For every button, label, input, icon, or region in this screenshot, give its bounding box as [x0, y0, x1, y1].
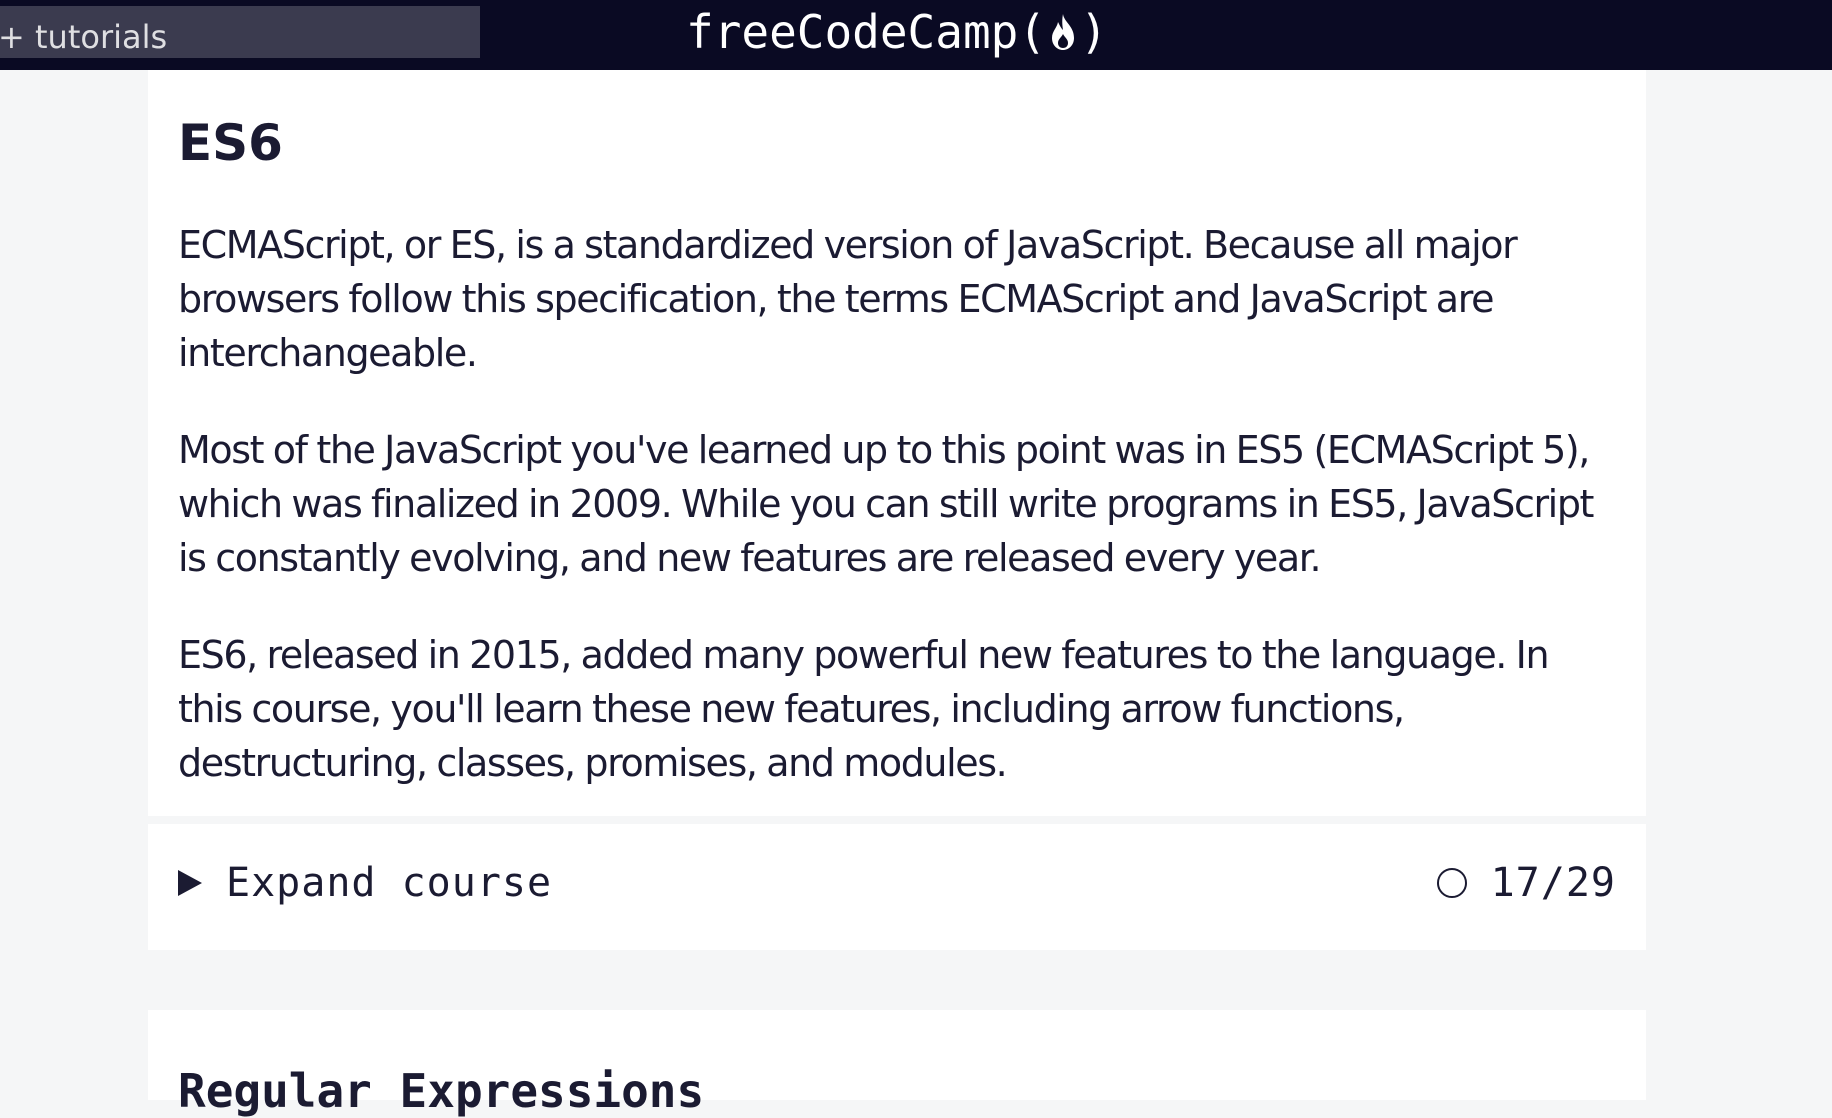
next-course-card: Regular Expressions — [148, 1010, 1646, 1118]
course-description-2: Most of the JavaScript you've learned up… — [178, 428, 1594, 580]
flame-icon — [1052, 14, 1075, 50]
search-input[interactable]: + tutorials — [0, 18, 167, 56]
navbar: + tutorials freeCodeCamp ( ) — [0, 0, 1832, 70]
course-description-1: ECMAScript, or ES, is a standardized ver… — [178, 223, 1518, 375]
course-description-3: ES6, released in 2015, added many powerf… — [178, 633, 1550, 785]
freecodecamp-logo[interactable]: freeCodeCamp ( ) — [686, 4, 1108, 60]
course-progress: 17/29 — [1436, 860, 1616, 906]
logo-paren-open: ( — [1018, 5, 1047, 59]
logo-paren-close: ) — [1080, 5, 1108, 59]
course-expand-card: Expand course 17/29 — [148, 824, 1646, 950]
progress-count: 17/29 — [1490, 860, 1616, 906]
caret-right-icon — [178, 870, 202, 896]
course-title: ES6 — [178, 114, 283, 172]
expand-course-label: Expand course — [226, 860, 553, 906]
course-intro-card: ES6 ECMAScript, or ES, is a standardized… — [148, 70, 1646, 816]
expand-course-button[interactable]: Expand course — [178, 860, 552, 906]
logo-text: freeCodeCamp — [686, 5, 1019, 59]
search-bar[interactable]: + tutorials — [0, 6, 480, 58]
next-course-title: Regular Expressions — [178, 1064, 705, 1118]
progress-circle-icon — [1436, 868, 1467, 898]
